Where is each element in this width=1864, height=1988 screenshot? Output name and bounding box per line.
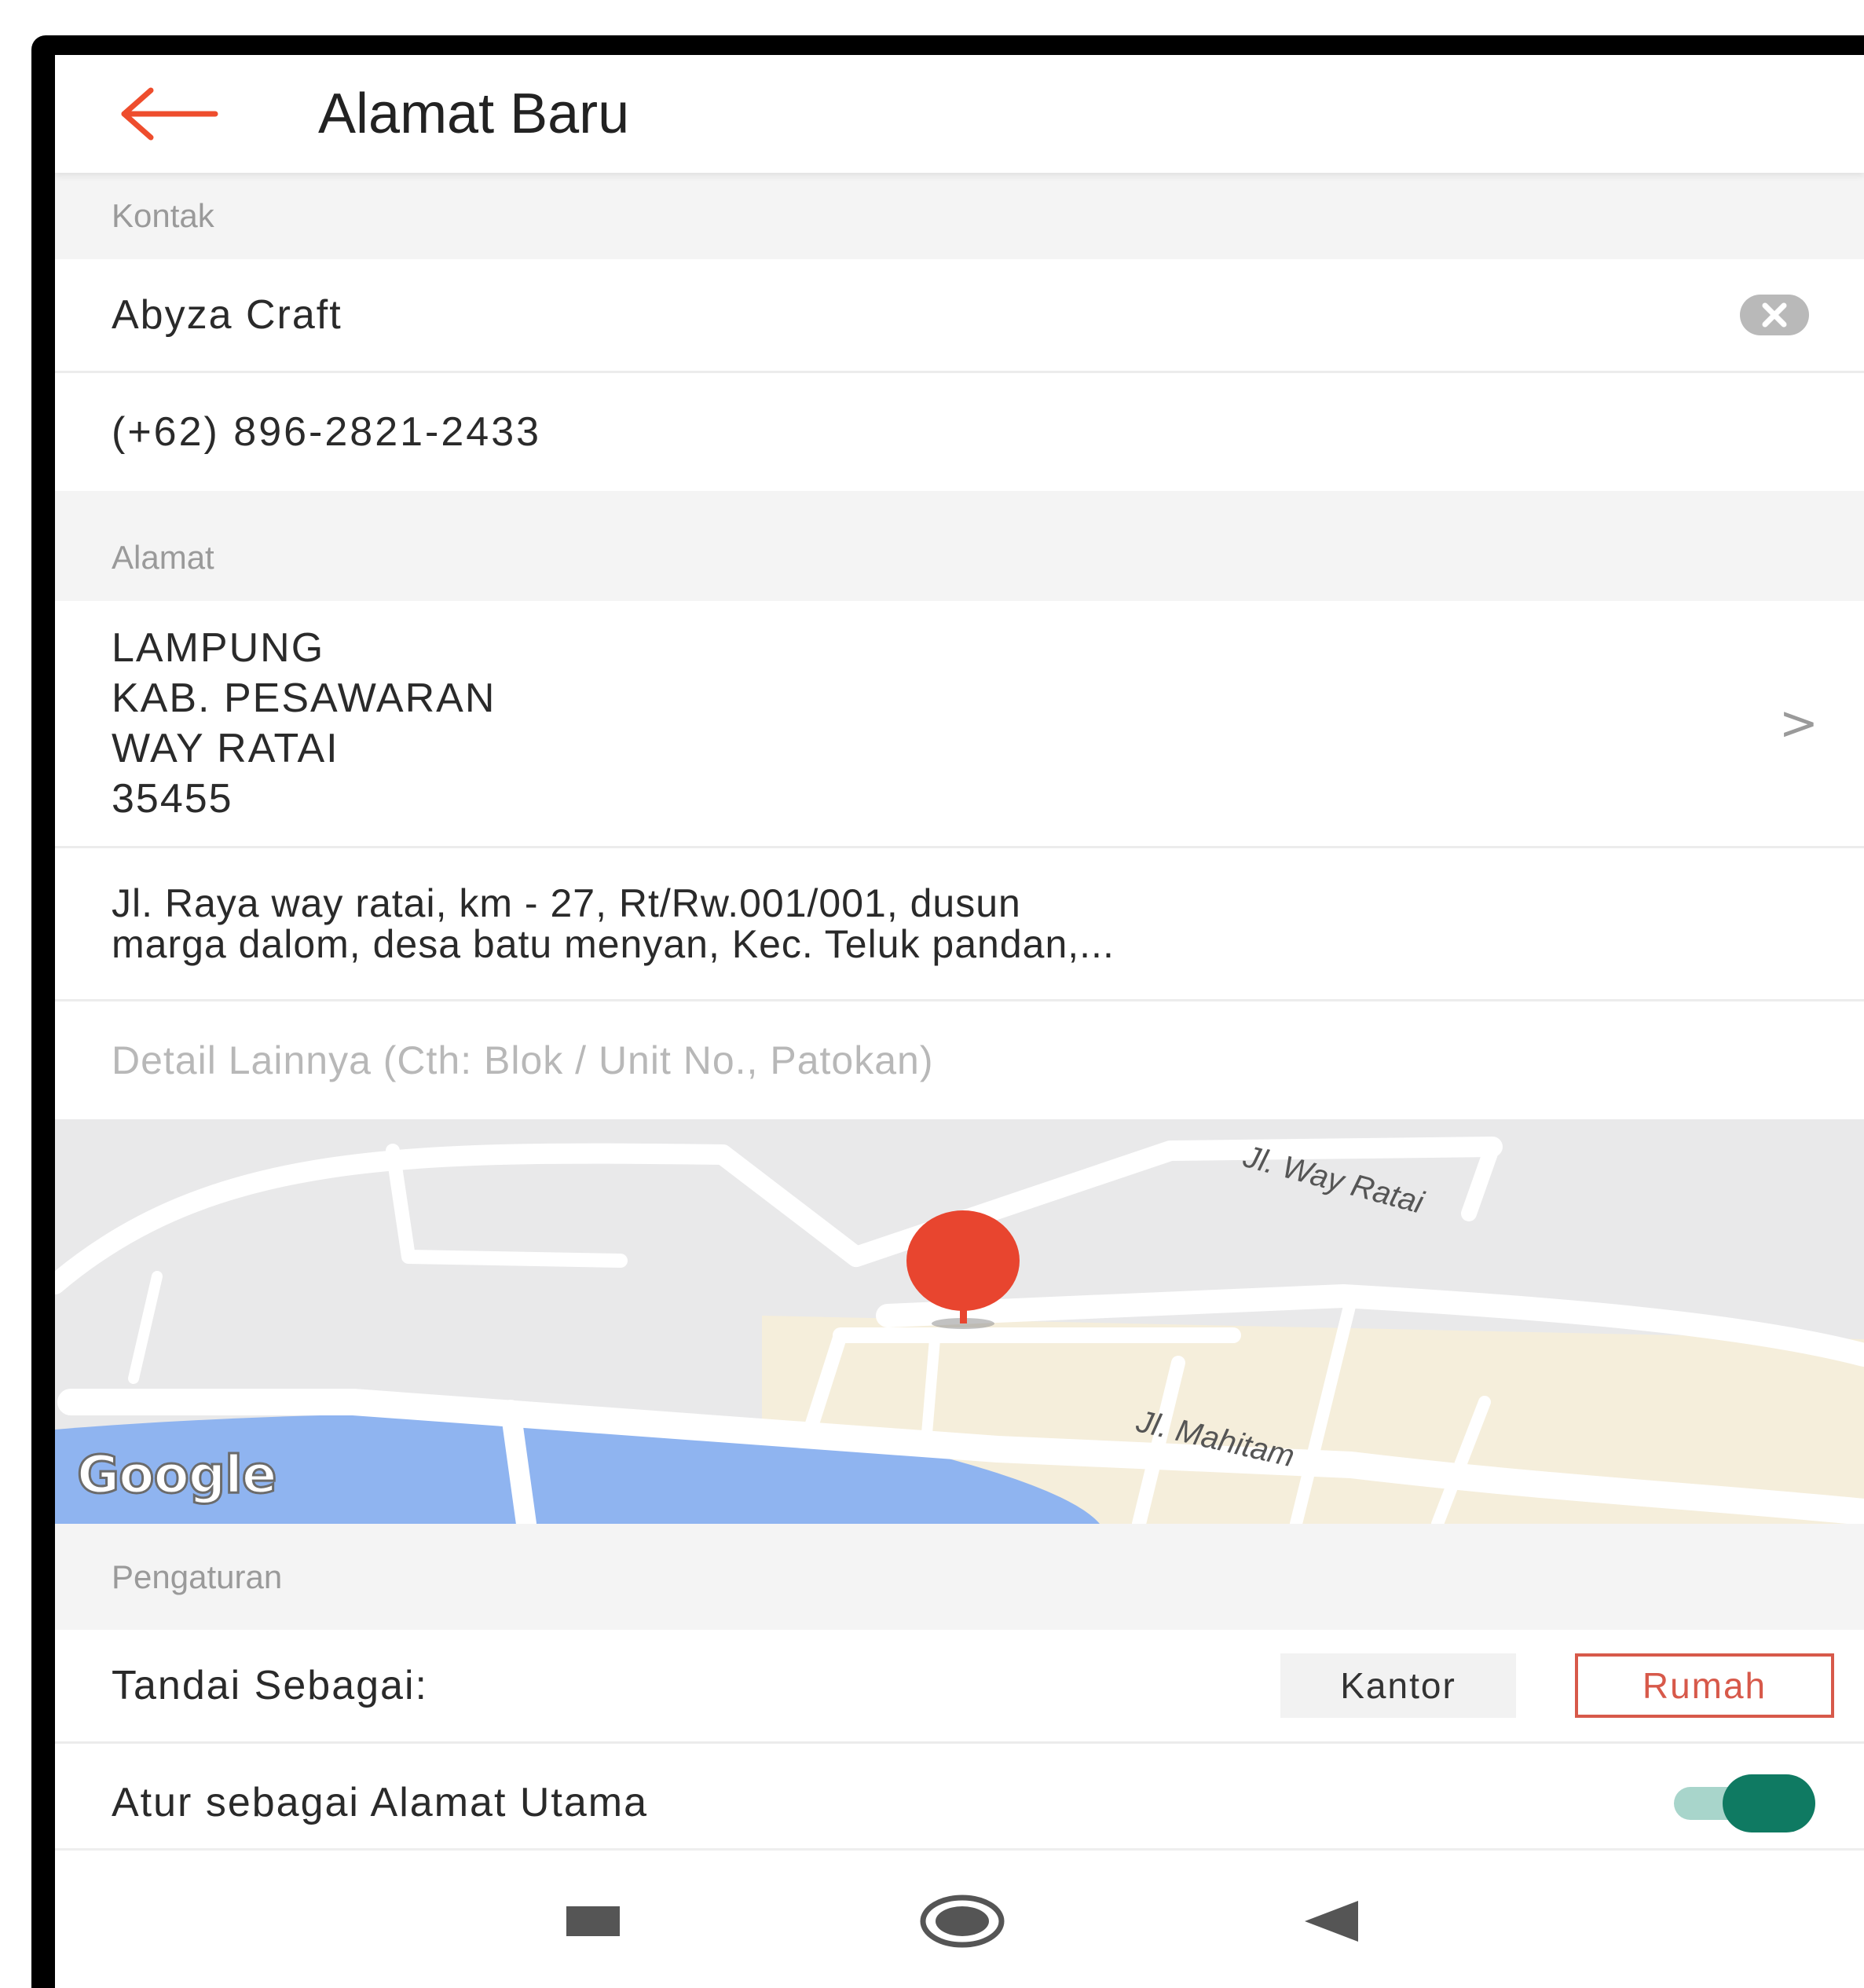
region-lines: LAMPUNG KAB. PESAWARAN WAY RATAI 35455 xyxy=(112,623,496,824)
chevron-right-icon: > xyxy=(1778,696,1818,751)
section-header-alamat: Alamat xyxy=(55,491,1864,601)
screen: Alamat Baru Kontak Abyza Craft (+62) 896… xyxy=(55,55,1864,1988)
region-district: WAY RATAI xyxy=(112,726,339,771)
region-province: LAMPUNG xyxy=(112,625,325,671)
detail-field-row xyxy=(55,1001,1864,1119)
region-regency: KAB. PESAWARAN xyxy=(112,675,496,721)
map-roads xyxy=(55,1137,1864,1524)
toggle-knob xyxy=(1723,1774,1815,1832)
section-header-kontak: Kontak xyxy=(55,173,1864,259)
clear-name-button[interactable] xyxy=(1738,279,1811,351)
primary-address-label: Atur sebagai Alamat Utama xyxy=(112,1780,648,1825)
home-icon xyxy=(920,1895,1005,1948)
primary-address-toggle[interactable] xyxy=(1674,1771,1815,1834)
option-rumah-button[interactable]: Rumah xyxy=(1575,1653,1834,1718)
page-title: Alamat Baru xyxy=(318,82,630,145)
recent-apps-icon xyxy=(566,1906,620,1936)
recent-apps-button[interactable] xyxy=(550,1882,636,1961)
option-kantor-button[interactable]: Kantor xyxy=(1280,1653,1516,1718)
mark-as-label: Tandai Sebagai: xyxy=(112,1663,428,1708)
google-logo: Google xyxy=(76,1444,278,1507)
contact-phone-value: (+62) 896-2821-2433 xyxy=(112,409,542,455)
back-triangle-icon xyxy=(1305,1901,1358,1942)
home-button[interactable] xyxy=(919,1882,1005,1961)
region-selector[interactable]: LAMPUNG KAB. PESAWARAN WAY RATAI 35455 > xyxy=(55,601,1864,848)
arrow-left-icon xyxy=(121,87,218,141)
app-bar: Alamat Baru xyxy=(55,55,1864,173)
detail-input[interactable] xyxy=(112,1038,1604,1083)
contact-name-field[interactable]: Abyza Craft xyxy=(55,259,1864,373)
primary-address-row: Atur sebagai Alamat Utama xyxy=(55,1744,1864,1862)
nav-back-button[interactable] xyxy=(1288,1882,1375,1961)
back-button[interactable] xyxy=(114,79,224,149)
street-address-field[interactable]: Jl. Raya way ratai, km - 27, Rt/Rw.001/0… xyxy=(55,848,1864,1001)
map-view[interactable]: Jl. Way Ratai Jl. Mahitam Google xyxy=(55,1119,1864,1524)
street-address-value: Jl. Raya way ratai, km - 27, Rt/Rw.001/0… xyxy=(112,881,1115,966)
contact-name-value: Abyza Craft xyxy=(112,292,342,338)
section-header-pengaturan: Pengaturan xyxy=(55,1524,1864,1630)
system-nav-bar xyxy=(55,1848,1864,1988)
contact-phone-field[interactable]: (+62) 896-2821-2433 xyxy=(55,373,1864,491)
region-postal-code: 35455 xyxy=(112,776,233,822)
mark-as-row: Tandai Sebagai: Kantor Rumah xyxy=(55,1630,1864,1744)
clear-circle-icon xyxy=(1740,295,1809,335)
